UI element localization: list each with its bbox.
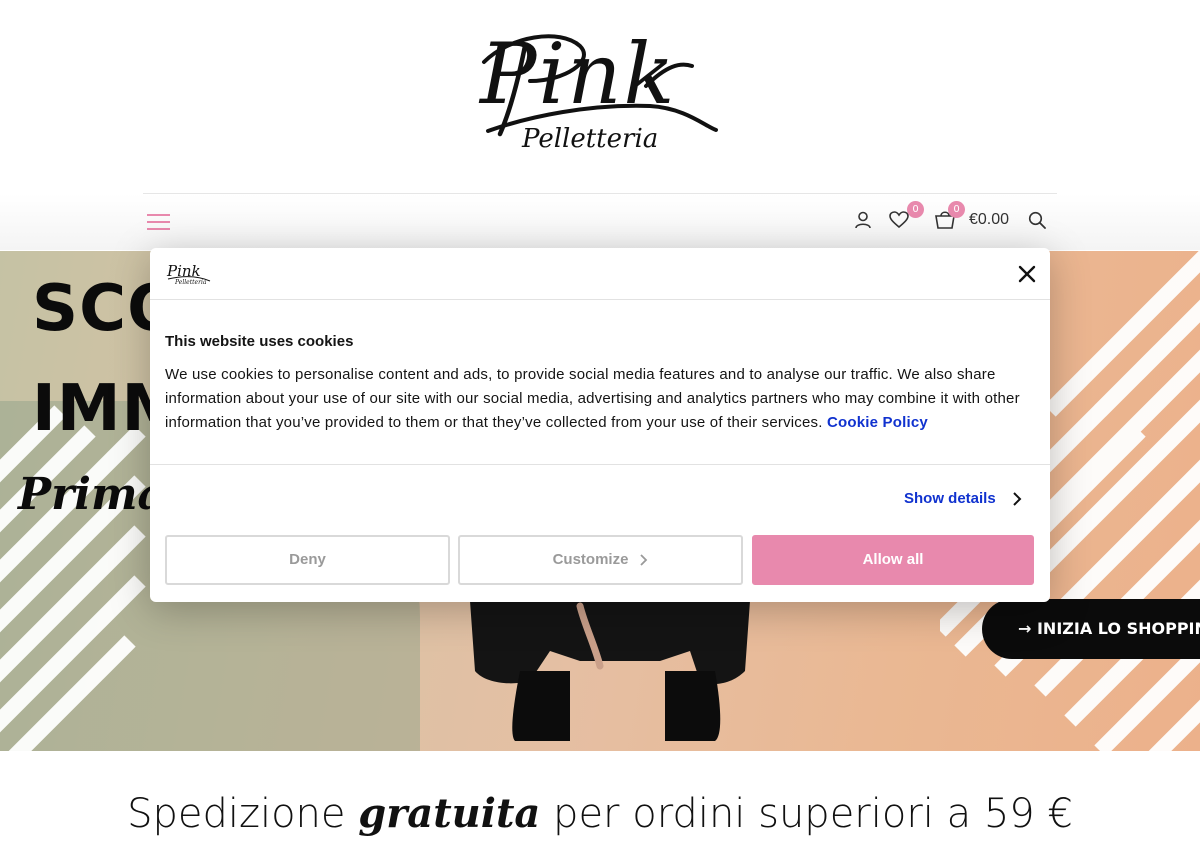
heart-icon[interactable] bbox=[889, 211, 909, 229]
customize-button[interactable]: Customize bbox=[458, 535, 743, 585]
navbar bbox=[0, 194, 1200, 250]
shipping-text-after: per ordini superiori a 59 € bbox=[540, 791, 1073, 837]
start-shopping-label: → INIZIA LO SHOPPING bbox=[1018, 619, 1200, 638]
chevron-right-icon[interactable] bbox=[1012, 492, 1022, 506]
cookie-policy-link[interactable]: Cookie Policy bbox=[827, 414, 928, 431]
deny-button[interactable]: Deny bbox=[165, 535, 450, 585]
cart-total[interactable]: €0.00 bbox=[969, 210, 1009, 230]
close-icon[interactable] bbox=[1017, 264, 1037, 284]
dialog-logo-mark: Pink Pelletteria bbox=[166, 262, 211, 286]
dialog-divider-bottom bbox=[150, 464, 1050, 465]
dialog-logo: Pink Pelletteria bbox=[166, 261, 216, 287]
shipping-text-before: Spedizione bbox=[127, 791, 359, 837]
hamburger-icon[interactable] bbox=[147, 213, 171, 231]
site-logo[interactable]: Pink Pelletteria bbox=[470, 26, 730, 166]
cookie-consent-dialog: Pink Pelletteria This website uses cooki… bbox=[150, 248, 1050, 602]
free-shipping-banner: Spedizione gratuita per ordini superiori… bbox=[0, 786, 1200, 842]
hero-model-boots bbox=[470, 601, 750, 741]
customize-button-label: Customize bbox=[552, 551, 629, 568]
user-icon[interactable] bbox=[854, 211, 872, 229]
allow-all-button-label: Allow all bbox=[862, 551, 924, 568]
start-shopping-button[interactable]: → INIZIA LO SHOPPING bbox=[982, 599, 1200, 659]
dialog-divider-top bbox=[150, 299, 1050, 300]
dialog-logo-subtext: Pelletteria bbox=[174, 279, 207, 286]
logo-subtitle: Pelletteria bbox=[522, 124, 659, 154]
allow-all-button[interactable]: Allow all bbox=[752, 535, 1034, 585]
dialog-body: We use cookies to personalise content an… bbox=[165, 363, 1040, 435]
shipping-text-emphasis: gratuita bbox=[358, 790, 541, 837]
chevron-right-icon bbox=[640, 554, 648, 566]
deny-button-label: Deny bbox=[289, 551, 326, 568]
wishlist-count-badge: 0 bbox=[907, 201, 924, 218]
cart-count-badge: 0 bbox=[948, 201, 965, 218]
search-icon[interactable] bbox=[1028, 211, 1046, 229]
logo-wordmark: Pink bbox=[480, 25, 677, 123]
dialog-title: This website uses cookies bbox=[165, 333, 354, 350]
show-details-link[interactable]: Show details bbox=[904, 489, 996, 509]
